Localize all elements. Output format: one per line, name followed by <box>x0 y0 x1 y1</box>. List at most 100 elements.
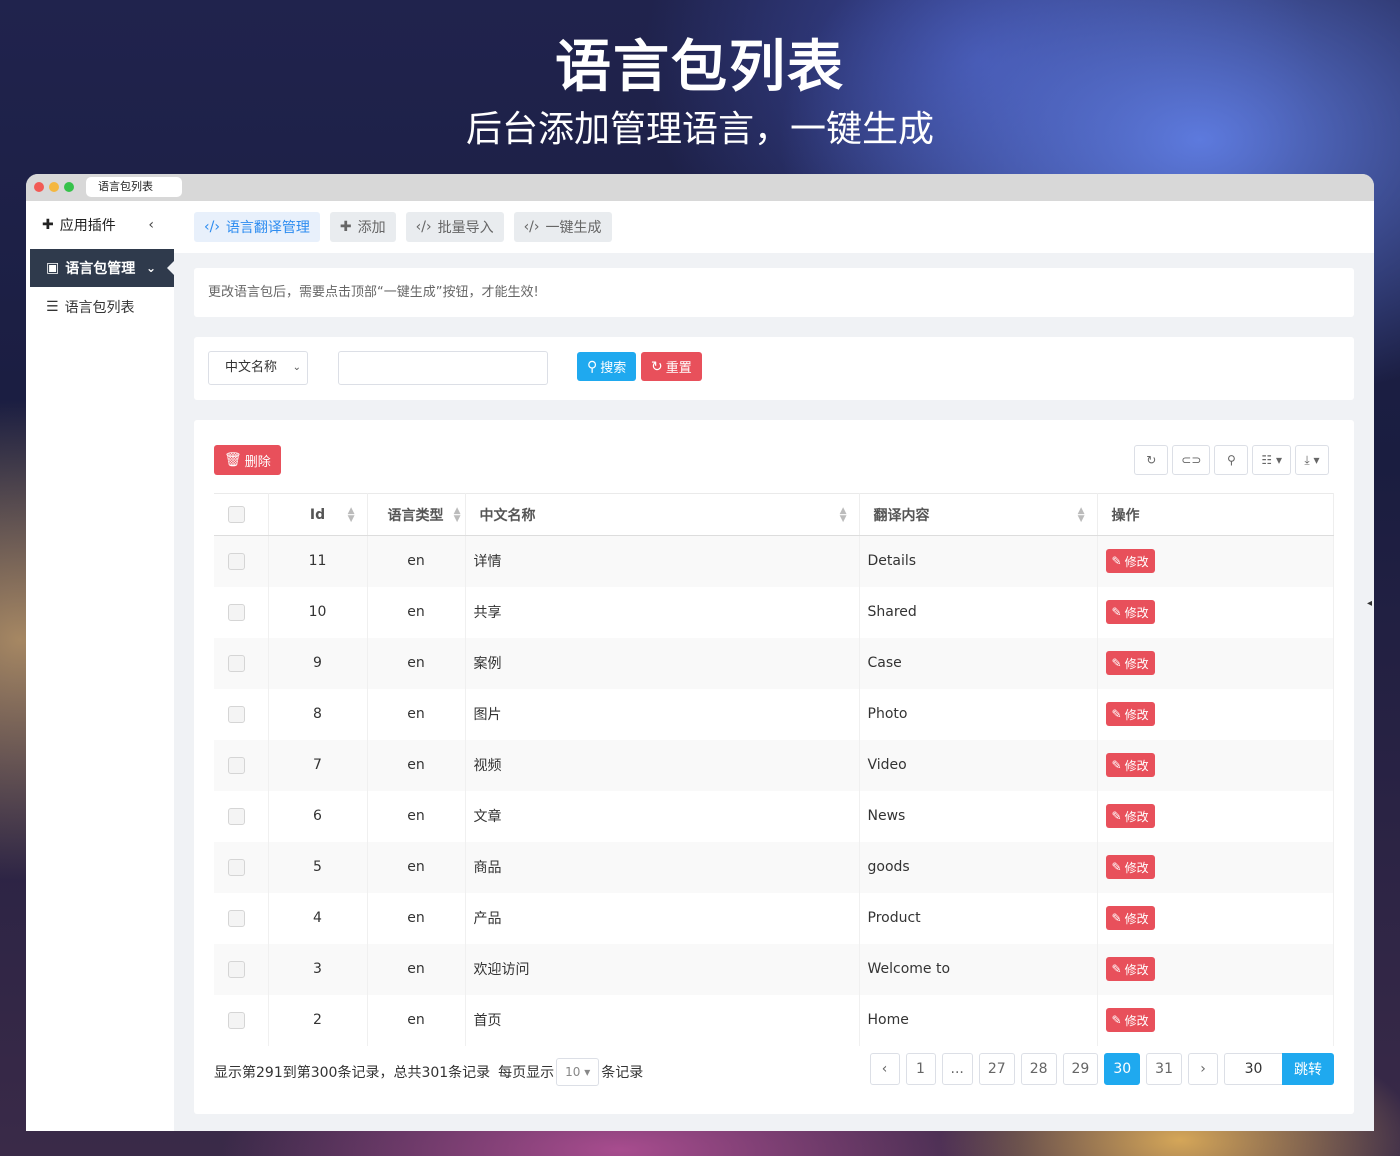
page-button[interactable]: 30 <box>1104 1053 1141 1085</box>
columns-icon[interactable]: ☷ ▾ <box>1252 445 1291 475</box>
row-checkbox[interactable] <box>228 654 245 672</box>
column-header-lang[interactable]: 语言类型 ▲ ▼ <box>367 493 466 536</box>
chevron-left-icon[interactable]: ‹ <box>148 217 154 233</box>
cell-id: 7 <box>268 739 368 791</box>
reset-button[interactable]: ↻ 重置 <box>641 352 702 381</box>
tab-add[interactable]: ✚ 添加 <box>329 212 396 242</box>
row-checkbox-cell[interactable] <box>214 637 269 689</box>
table-row: 2 en 首页 Home ✎ 修改 <box>214 994 1334 1046</box>
app-window: 语言包列表 ✚ 应用插件 ‹ ▣ 语言包管理 ⌄ ☰ 语言包列表 ‹/› 语言翻… <box>26 174 1374 1131</box>
edit-icon: ✎ <box>1111 809 1122 823</box>
jump-page-input[interactable]: 30 <box>1224 1053 1282 1085</box>
cell-actions: ✎ 修改 <box>1097 739 1334 791</box>
sidebar-item-language-list[interactable]: ☰ 语言包列表 <box>26 287 174 327</box>
column-header-name[interactable]: 中文名称 ▲ ▼ <box>465 493 860 536</box>
edit-button[interactable]: ✎ 修改 <box>1105 753 1155 777</box>
window-titlebar: 语言包列表 <box>26 174 1374 201</box>
prev-page-button[interactable]: ‹ <box>869 1053 900 1085</box>
edit-button[interactable]: ✎ 修改 <box>1105 906 1155 930</box>
table-header-row: Id ▲ ▼ 语言类型 ▲ ▼ 中文名称 ▲ ▼ 翻译内容 ▲ ▼ 操作 <box>214 493 1334 536</box>
active-notch <box>167 260 175 276</box>
cell-name: 详情 <box>465 535 860 587</box>
row-checkbox-cell[interactable] <box>214 790 269 842</box>
tab-translation-manage[interactable]: ‹/› 语言翻译管理 <box>194 212 320 242</box>
cell-id: 11 <box>268 535 368 587</box>
maximize-dot[interactable] <box>64 182 74 192</box>
row-checkbox[interactable] <box>228 807 245 825</box>
code-icon: ‹/› <box>415 219 432 235</box>
row-checkbox-cell[interactable] <box>214 739 269 791</box>
edit-button[interactable]: ✎ 修改 <box>1105 651 1155 675</box>
refresh-icon[interactable]: ↻ <box>1134 445 1169 475</box>
sidebar-item-language-pack[interactable]: ▣ 语言包管理 ⌄ <box>30 249 175 287</box>
export-icon[interactable]: ⤓ ▾ <box>1295 445 1329 475</box>
hero-subtitle: 后台添加管理语言，一键生成 <box>465 109 934 150</box>
cell-lang: en <box>367 739 466 791</box>
page-button[interactable]: 29 <box>1062 1053 1099 1085</box>
cell-lang: en <box>367 586 466 638</box>
page-button[interactable]: 27 <box>978 1053 1015 1085</box>
jump-button[interactable]: 跳转 <box>1282 1053 1334 1085</box>
page-button[interactable]: ... <box>941 1053 973 1085</box>
column-header-translation[interactable]: 翻译内容 ▲ ▼ <box>859 493 1098 536</box>
tab-generate[interactable]: ‹/› 一键生成 <box>513 212 612 242</box>
table-row: 7 en 视频 Video ✎ 修改 <box>214 739 1334 791</box>
row-checkbox[interactable] <box>228 603 245 621</box>
search-icon[interactable]: ⚲ <box>1214 445 1249 475</box>
edit-button[interactable]: ✎ 修改 <box>1105 855 1155 879</box>
row-checkbox[interactable] <box>228 705 245 723</box>
cell-name: 图片 <box>465 688 860 740</box>
tab-batch-import[interactable]: ‹/› 批量导入 <box>405 212 504 242</box>
row-checkbox[interactable] <box>228 1011 245 1029</box>
row-checkbox[interactable] <box>228 756 245 774</box>
row-checkbox[interactable] <box>228 858 245 876</box>
trash-icon: 🗑 <box>224 452 242 468</box>
browser-tab[interactable]: 语言包列表 <box>86 177 182 197</box>
edit-button[interactable]: ✎ 修改 <box>1105 804 1155 828</box>
row-checkbox-cell[interactable] <box>214 535 269 587</box>
row-checkbox-cell[interactable] <box>214 892 269 944</box>
per-page-select[interactable]: 10 ▾ <box>556 1058 600 1086</box>
cell-actions: ✎ 修改 <box>1097 688 1334 740</box>
page-button[interactable]: 31 <box>1146 1053 1182 1085</box>
code-icon: ‹/› <box>204 219 220 235</box>
row-checkbox[interactable] <box>228 552 245 570</box>
edit-button[interactable]: ✎ 修改 <box>1105 957 1155 981</box>
cell-name: 首页 <box>465 994 860 1046</box>
row-checkbox[interactable] <box>228 960 245 978</box>
edit-button[interactable]: ✎ 修改 <box>1105 600 1155 624</box>
sidebar-item-plugins[interactable]: ✚ 应用插件 ‹ <box>26 201 174 249</box>
list-icon: ☰ <box>46 299 59 315</box>
toggle-icon[interactable]: ⊂⊃ <box>1172 445 1211 475</box>
table-tools: ↻ ⊂⊃ ⚲ ☷ ▾ ⤓ ▾ <box>1130 445 1329 475</box>
row-checkbox-cell[interactable] <box>214 586 269 638</box>
row-checkbox-cell[interactable] <box>214 994 269 1046</box>
cell-actions: ✎ 修改 <box>1097 586 1334 638</box>
row-checkbox-cell[interactable] <box>214 943 269 995</box>
puzzle-icon: ✚ <box>42 217 54 233</box>
column-header-id[interactable]: Id ▲ ▼ <box>268 493 368 536</box>
minimize-dot[interactable] <box>49 182 59 192</box>
search-field-select[interactable]: 中文名称 ⌄ <box>208 351 308 385</box>
cell-name: 商品 <box>465 841 860 893</box>
next-page-button[interactable]: › <box>1188 1053 1218 1085</box>
edit-button[interactable]: ✎ 修改 <box>1105 1008 1155 1032</box>
search-button[interactable]: ⚲ 搜索 <box>577 352 637 381</box>
cell-actions: ✎ 修改 <box>1097 892 1334 944</box>
page-button[interactable]: 1 <box>905 1053 936 1085</box>
select-all-checkbox[interactable] <box>228 506 245 523</box>
close-dot[interactable] <box>34 182 44 192</box>
page-button[interactable]: 28 <box>1020 1053 1057 1085</box>
row-checkbox-cell[interactable] <box>214 841 269 893</box>
sort-icon: ▲ ▼ <box>453 506 461 524</box>
caret-left-icon: ◂ <box>1366 598 1372 609</box>
delete-button[interactable]: 🗑 删除 <box>214 445 281 475</box>
select-all-checkbox-cell[interactable] <box>214 493 269 536</box>
search-input[interactable] <box>338 351 548 385</box>
row-checkbox-cell[interactable] <box>214 688 269 740</box>
cell-lang: en <box>367 841 466 893</box>
edit-button[interactable]: ✎ 修改 <box>1105 549 1155 574</box>
edit-button[interactable]: ✎ 修改 <box>1105 702 1155 726</box>
row-checkbox[interactable] <box>228 909 245 927</box>
cell-actions: ✎ 修改 <box>1097 637 1334 689</box>
